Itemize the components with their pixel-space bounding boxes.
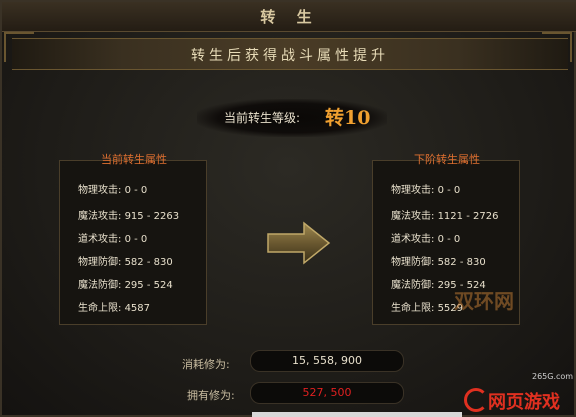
- stat-row: 道术攻击: 0 - 0: [78, 230, 147, 245]
- stat-row: 魔法攻击: 915 - 2263: [78, 207, 179, 222]
- stat-name: 生命上限:: [391, 303, 435, 314]
- stat-row: 物理攻击: 0 - 0: [78, 181, 147, 196]
- bottom-button-strip[interactable]: [252, 412, 462, 417]
- current-panel-header: 当前转生属性: [101, 153, 167, 166]
- owned-value-field: 527, 500: [250, 382, 404, 404]
- stat-row: 物理攻击: 0 - 0: [391, 181, 460, 196]
- watermark-text: 双环网: [454, 289, 514, 313]
- cost-label: 消耗修为:: [182, 358, 230, 371]
- stat-name: 魔法攻击:: [78, 211, 122, 222]
- stat-name: 魔法攻击:: [391, 211, 435, 222]
- site-small-text: 265G.com: [532, 372, 574, 381]
- reincarnation-window: 转 生 转生后获得战斗属性提升 当前转生等级: 转10 当前转生属性 物理攻击:…: [0, 0, 576, 417]
- stat-name: 生命上限:: [78, 303, 122, 314]
- current-attributes-panel: 当前转生属性 物理攻击: 0 - 0 魔法攻击: 915 - 2263 道术攻击…: [59, 153, 207, 325]
- level-value: 转10: [325, 107, 371, 129]
- stat-value: 295 - 524: [124, 280, 173, 291]
- owned-label: 拥有修为:: [187, 389, 235, 402]
- stat-row: 魔法防御: 295 - 524: [78, 276, 173, 291]
- stat-value: 0 - 0: [437, 234, 461, 245]
- stat-row: 道术攻击: 0 - 0: [391, 230, 460, 245]
- stat-name: 道术攻击:: [391, 234, 435, 245]
- site-logo-text: 网页游戏: [488, 392, 560, 413]
- stat-value: 4587: [124, 303, 151, 314]
- stat-row: 物理防御: 582 - 830: [391, 253, 486, 268]
- next-panel-header: 下阶转生属性: [414, 153, 480, 166]
- stat-value: 582 - 830: [124, 257, 173, 268]
- stat-value: 915 - 2263: [124, 211, 180, 222]
- logo-g-icon: [464, 388, 488, 412]
- stat-value: 0 - 0: [124, 185, 148, 196]
- stat-row: 生命上限: 4587: [78, 299, 150, 314]
- stat-name: 物理攻击:: [78, 185, 122, 196]
- stat-row: 物理防御: 582 - 830: [78, 253, 173, 268]
- title-bar: 转 生: [2, 2, 576, 32]
- stat-value: 0 - 0: [124, 234, 148, 245]
- banner: 转生后获得战斗属性提升: [12, 38, 568, 70]
- stat-name: 魔法防御:: [391, 280, 435, 291]
- window-title: 转 生: [260, 8, 320, 26]
- stat-name: 道术攻击:: [78, 234, 122, 245]
- stat-name: 魔法防御:: [78, 280, 122, 291]
- stat-value: 582 - 830: [437, 257, 486, 268]
- stat-value: 0 - 0: [437, 185, 461, 196]
- stat-name: 物理攻击:: [391, 185, 435, 196]
- arrow-right-icon: [267, 221, 331, 265]
- stat-row: 生命上限: 5529: [391, 299, 463, 314]
- level-label: 当前转生等级:: [224, 111, 301, 125]
- stat-value: 1121 - 2726: [437, 211, 499, 222]
- stat-name: 物理防御:: [391, 257, 435, 268]
- stat-name: 物理防御:: [78, 257, 122, 268]
- banner-text: 转生后获得战斗属性提升: [191, 48, 389, 64]
- cost-value-field: 15, 558, 900: [250, 350, 404, 372]
- stat-row: 魔法攻击: 1121 - 2726: [391, 207, 498, 222]
